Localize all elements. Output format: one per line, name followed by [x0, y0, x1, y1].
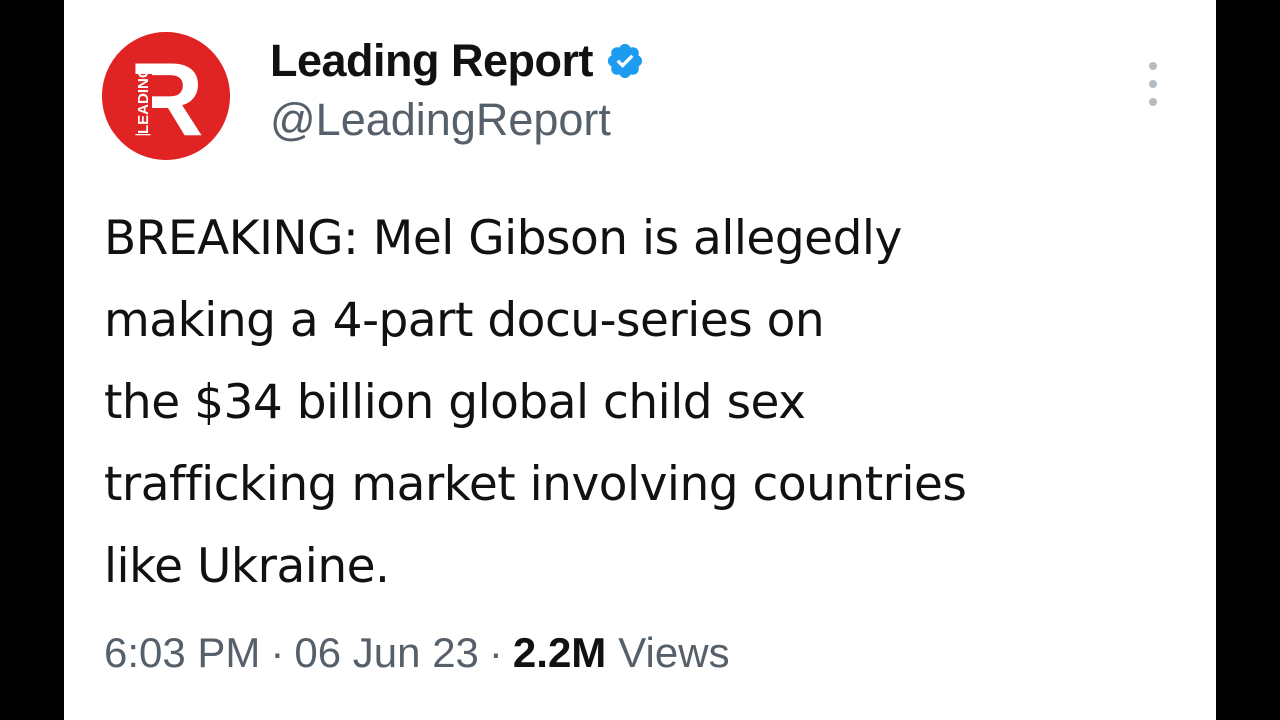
tweet-text-line: BREAKING: Mel Gibson is allegedly: [104, 211, 902, 266]
leading-report-logo-icon: R LEADING: [102, 32, 230, 160]
verified-badge-icon: [605, 41, 645, 81]
avatar-vertical-text: LEADING: [135, 67, 152, 135]
avatar[interactable]: R LEADING: [102, 32, 230, 160]
views-count: 2.2M: [512, 629, 607, 676]
author-display-name[interactable]: Leading Report: [270, 35, 594, 87]
tweet-text-line: the $34 billion global child sex: [104, 375, 806, 430]
tweet-time[interactable]: 6:03 PM: [104, 629, 260, 677]
tweet-text-line: trafficking market involving countries: [104, 457, 967, 512]
more-dot: [1149, 98, 1157, 106]
more-vertical-icon[interactable]: [1142, 62, 1164, 106]
tweet-text-line: making a 4-part docu-series on: [104, 293, 825, 348]
more-dot: [1149, 80, 1157, 88]
author-handle[interactable]: @LeadingReport: [270, 94, 611, 146]
tweet-card: R LEADING Leading Report @LeadingReport …: [64, 0, 1216, 720]
tweet-text-line: like Ukraine.: [104, 539, 390, 594]
more-dot: [1149, 62, 1157, 70]
video-frame: R LEADING Leading Report @LeadingReport …: [0, 0, 1280, 720]
tweet-text: BREAKING: Mel Gibson is allegedly making…: [104, 198, 1194, 608]
tweet-meta: 6:03 PM · 06 Jun 23 · 2.2M Views: [104, 620, 730, 686]
tweet-date[interactable]: 06 Jun 23: [294, 629, 479, 677]
meta-separator: ·: [270, 629, 285, 676]
meta-separator: ·: [488, 629, 503, 676]
author-name-row: Leading Report: [270, 32, 645, 90]
views-label: Views: [618, 629, 730, 676]
